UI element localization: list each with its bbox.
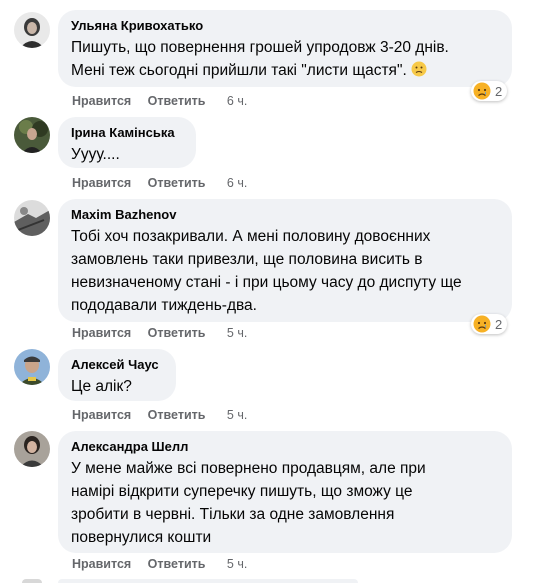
comment-actions: Нравится Ответить 5 ч. bbox=[72, 408, 247, 422]
sad-face-icon bbox=[473, 315, 491, 333]
comment-author[interactable]: Ульяна Кривохатько bbox=[71, 18, 499, 34]
like-button[interactable]: Нравится bbox=[72, 557, 131, 571]
comment-bubble: Maxim Bazhenov Тобі хоч позакривали. А м… bbox=[58, 199, 512, 322]
sad-face-icon bbox=[473, 82, 491, 100]
comment-author[interactable]: Maxim Bazhenov bbox=[71, 207, 499, 223]
reply-button[interactable]: Ответить bbox=[148, 94, 206, 108]
like-button[interactable]: Нравится bbox=[72, 176, 131, 190]
avatar[interactable] bbox=[14, 200, 50, 236]
avatar[interactable] bbox=[14, 349, 50, 385]
like-button[interactable]: Нравится bbox=[72, 326, 131, 340]
comment-actions: Нравится Ответить 6 ч. bbox=[72, 94, 247, 108]
comment-bubble: Ульяна Кривохатько Пишуть, що повернення… bbox=[58, 10, 512, 87]
reply-button[interactable]: Ответить bbox=[148, 408, 206, 422]
comment-actions: Нравится Ответить 5 ч. bbox=[72, 557, 247, 571]
reply-button[interactable]: Ответить bbox=[148, 557, 206, 571]
reaction-count: 2 bbox=[495, 83, 503, 99]
reply-button[interactable]: Ответить bbox=[148, 326, 206, 340]
reply-button[interactable]: Ответить bbox=[148, 176, 206, 190]
next-comment-bubble-partial bbox=[58, 579, 358, 583]
comment-text: Пишуть, що повернення грошей упродовж 3-… bbox=[71, 39, 449, 79]
comment-author[interactable]: Александра Шелл bbox=[71, 439, 499, 455]
comment-actions: Нравится Ответить 6 ч. bbox=[72, 176, 247, 190]
comment-text: Це алік? bbox=[71, 378, 132, 395]
comment-author[interactable]: Алексей Чаус bbox=[71, 357, 163, 373]
comment-timestamp[interactable]: 5 ч. bbox=[227, 408, 247, 422]
reaction-badge[interactable]: 2 bbox=[471, 81, 508, 101]
comment-timestamp[interactable]: 5 ч. bbox=[227, 326, 247, 340]
avatar[interactable] bbox=[14, 431, 50, 467]
like-button[interactable]: Нравится bbox=[72, 94, 131, 108]
comment-text: Уууу.... bbox=[71, 146, 120, 163]
comment-timestamp[interactable]: 6 ч. bbox=[227, 94, 247, 108]
comment-bubble: Алексей Чаус Це алік? bbox=[58, 349, 176, 401]
reaction-count: 2 bbox=[495, 316, 503, 332]
comment-bubble: Ірина Камінська Уууу.... bbox=[58, 117, 196, 168]
comment-bubble: Александра Шелл У мене майже всі поверне… bbox=[58, 431, 512, 553]
comment-author[interactable]: Ірина Камінська bbox=[71, 125, 183, 141]
reaction-badge[interactable]: 2 bbox=[471, 314, 508, 334]
comment-timestamp[interactable]: 5 ч. bbox=[227, 557, 247, 571]
avatar[interactable] bbox=[14, 117, 50, 153]
comment-timestamp[interactable]: 6 ч. bbox=[227, 176, 247, 190]
next-comment-avatar-partial bbox=[22, 579, 42, 583]
comment-text: Тобі хоч позакривали. А мені половину до… bbox=[71, 228, 462, 314]
avatar[interactable] bbox=[14, 12, 50, 48]
like-button[interactable]: Нравится bbox=[72, 408, 131, 422]
comment-actions: Нравится Ответить 5 ч. bbox=[72, 326, 247, 340]
confused-face-icon bbox=[411, 61, 427, 77]
comment-text: У мене майже всі повернено продавцям, ал… bbox=[71, 460, 426, 546]
